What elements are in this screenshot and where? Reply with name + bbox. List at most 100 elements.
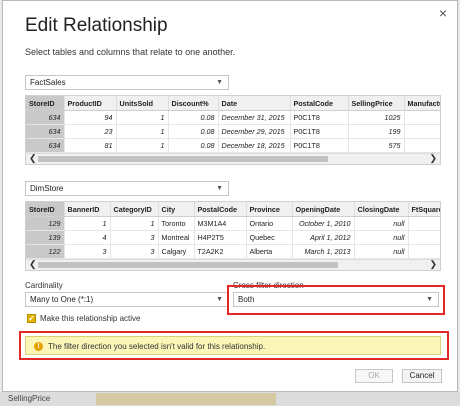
table-cell: 0.08 bbox=[168, 110, 219, 125]
column-header[interactable]: OpeningDate bbox=[292, 202, 355, 217]
ok-button[interactable]: OK bbox=[355, 369, 393, 383]
chevron-down-icon: ▼ bbox=[216, 79, 223, 86]
table-cell: December 18, 2015 bbox=[218, 138, 291, 153]
table-cell: 3 bbox=[64, 244, 111, 259]
table-cell: 3 bbox=[110, 230, 159, 245]
table-cell: 1 bbox=[64, 216, 111, 231]
table-cell: H4P2T5 bbox=[194, 230, 247, 245]
cross-filter-select[interactable]: Both ▼ bbox=[233, 292, 439, 307]
table-cell: 23 bbox=[64, 124, 117, 139]
close-icon[interactable]: × bbox=[439, 5, 447, 21]
chevron-down-icon: ▼ bbox=[216, 185, 223, 192]
dialog-title: Edit Relationship bbox=[25, 15, 168, 36]
scroll-left-icon[interactable]: ❮ bbox=[29, 153, 37, 164]
column-header[interactable]: StoreID bbox=[26, 96, 65, 111]
edit-relationship-dialog: Edit Relationship × Select tables and co… bbox=[2, 0, 458, 392]
background-strip: SellingPrice bbox=[0, 392, 460, 406]
column-header[interactable]: PostalCode bbox=[290, 96, 349, 111]
table2-horizontal-scrollbar[interactable]: ❮ ❯ bbox=[26, 259, 440, 270]
column-header[interactable]: UnitsSold bbox=[116, 96, 169, 111]
table1-header-row: StoreID ProductID UnitsSold Discount% Date Po… bbox=[26, 96, 440, 111]
table-cell: 129 bbox=[26, 216, 65, 231]
table-cell: 4 bbox=[64, 230, 111, 245]
table1-select[interactable]: FactSales ▼ bbox=[25, 75, 229, 90]
table-cell: 575 bbox=[348, 138, 405, 153]
table-cell bbox=[404, 124, 440, 139]
table-cell: 4 bbox=[408, 216, 440, 231]
table2-preview-grid: StoreID BannerID CategoryID City PostalCode P… bbox=[25, 201, 441, 271]
table-cell: March 1, 2013 bbox=[292, 244, 355, 259]
column-header[interactable]: ProductID bbox=[64, 96, 117, 111]
column-header[interactable]: SellingPrice bbox=[348, 96, 405, 111]
dialog-subtitle: Select tables and columns that relate to… bbox=[25, 47, 236, 57]
table-row: 139 4 3 Montreal H4P2T5 Quebec April 1, 2012 nu… bbox=[26, 230, 440, 245]
table-cell: 634 bbox=[26, 110, 65, 125]
cardinality-value: Many to One (*:1) bbox=[30, 295, 94, 304]
column-header[interactable]: Province bbox=[246, 202, 293, 217]
chevron-down-icon: ▼ bbox=[426, 296, 433, 303]
cross-filter-value: Both bbox=[238, 295, 255, 304]
table-cell: M3M1A4 bbox=[194, 216, 247, 231]
table2-header-row: StoreID BannerID CategoryID City PostalCode P… bbox=[26, 202, 440, 217]
table-row: 129 1 1 Toronto M3M1A4 Ontario October 1, 2010… bbox=[26, 216, 440, 231]
table-cell: Alberta bbox=[246, 244, 293, 259]
column-header[interactable]: BannerID bbox=[64, 202, 111, 217]
column-header[interactable]: Discount% bbox=[168, 96, 219, 111]
table-cell: 1 bbox=[116, 138, 169, 153]
table-cell: 122 bbox=[26, 244, 65, 259]
table-cell: null bbox=[354, 230, 409, 245]
column-header[interactable]: FtSquare bbox=[408, 202, 440, 217]
table1-preview-grid: StoreID ProductID UnitsSold Discount% Date Po… bbox=[25, 95, 441, 165]
cardinality-select[interactable]: Many to One (*:1) ▼ bbox=[25, 292, 229, 307]
table-cell: 139 bbox=[26, 230, 65, 245]
table-cell: 3 bbox=[408, 230, 440, 245]
table-cell: null bbox=[354, 216, 409, 231]
table-cell: 4 bbox=[408, 244, 440, 259]
table-cell: October 1, 2010 bbox=[292, 216, 355, 231]
column-header[interactable]: CategoryID bbox=[110, 202, 159, 217]
table-cell: P0C1T8 bbox=[290, 110, 349, 125]
table2-select[interactable]: DimStore ▼ bbox=[25, 181, 229, 196]
scroll-right-icon[interactable]: ❯ bbox=[429, 259, 437, 270]
column-header[interactable]: Date bbox=[218, 96, 291, 111]
column-header[interactable]: ClosingDate bbox=[354, 202, 409, 217]
table-row: 122 3 3 Calgary T2A2K2 Alberta March 1, 2013 nu… bbox=[26, 244, 440, 259]
scroll-right-icon[interactable]: ❯ bbox=[429, 153, 437, 164]
table1-horizontal-scrollbar[interactable]: ❮ ❯ bbox=[26, 153, 440, 164]
table-cell: December 29, 2015 bbox=[218, 124, 291, 139]
warning-icon: ! bbox=[34, 342, 43, 351]
table1-scroll-thumb[interactable] bbox=[38, 156, 328, 162]
table-cell: P0C1T8 bbox=[290, 138, 349, 153]
table-cell: April 1, 2012 bbox=[292, 230, 355, 245]
column-header[interactable]: StoreID bbox=[26, 202, 65, 217]
table-cell: 0.08 bbox=[168, 138, 219, 153]
table2-scroll-thumb[interactable] bbox=[38, 262, 338, 268]
table-cell: 1 bbox=[116, 110, 169, 125]
table-cell: P0C1T8 bbox=[290, 124, 349, 139]
table-cell: Montreal bbox=[158, 230, 195, 245]
table-row: 634 94 1 0.08 December 31, 2015 P0C1T8 1025 bbox=[26, 110, 440, 125]
table1-select-value: FactSales bbox=[30, 78, 66, 87]
table-cell: 3 bbox=[110, 244, 159, 259]
table2-select-value: DimStore bbox=[30, 184, 64, 193]
column-header[interactable]: City bbox=[158, 202, 195, 217]
warning-banner: ! The filter direction you selected isn'… bbox=[25, 336, 441, 355]
table-cell bbox=[404, 138, 440, 153]
make-active-checkbox[interactable]: ✓ bbox=[27, 314, 36, 323]
scroll-left-icon[interactable]: ❮ bbox=[29, 259, 37, 270]
table-cell bbox=[404, 110, 440, 125]
table-cell: December 31, 2015 bbox=[218, 110, 291, 125]
table-cell: Toronto bbox=[158, 216, 195, 231]
warning-text: The filter direction you selected isn't … bbox=[48, 342, 266, 351]
make-active-label: Make this relationship active bbox=[40, 314, 141, 323]
table-cell: Calgary bbox=[158, 244, 195, 259]
table-cell: 634 bbox=[26, 124, 65, 139]
background-bar bbox=[96, 393, 276, 405]
column-header[interactable]: PostalCode bbox=[194, 202, 247, 217]
table-row: 634 23 1 0.08 December 29, 2015 P0C1T8 199 bbox=[26, 124, 440, 139]
column-header[interactable]: ManufacturingP bbox=[404, 96, 440, 111]
cancel-button[interactable]: Cancel bbox=[402, 369, 442, 383]
cardinality-label: Cardinality bbox=[25, 281, 63, 290]
table-cell: 81 bbox=[64, 138, 117, 153]
table-cell: 634 bbox=[26, 138, 65, 153]
